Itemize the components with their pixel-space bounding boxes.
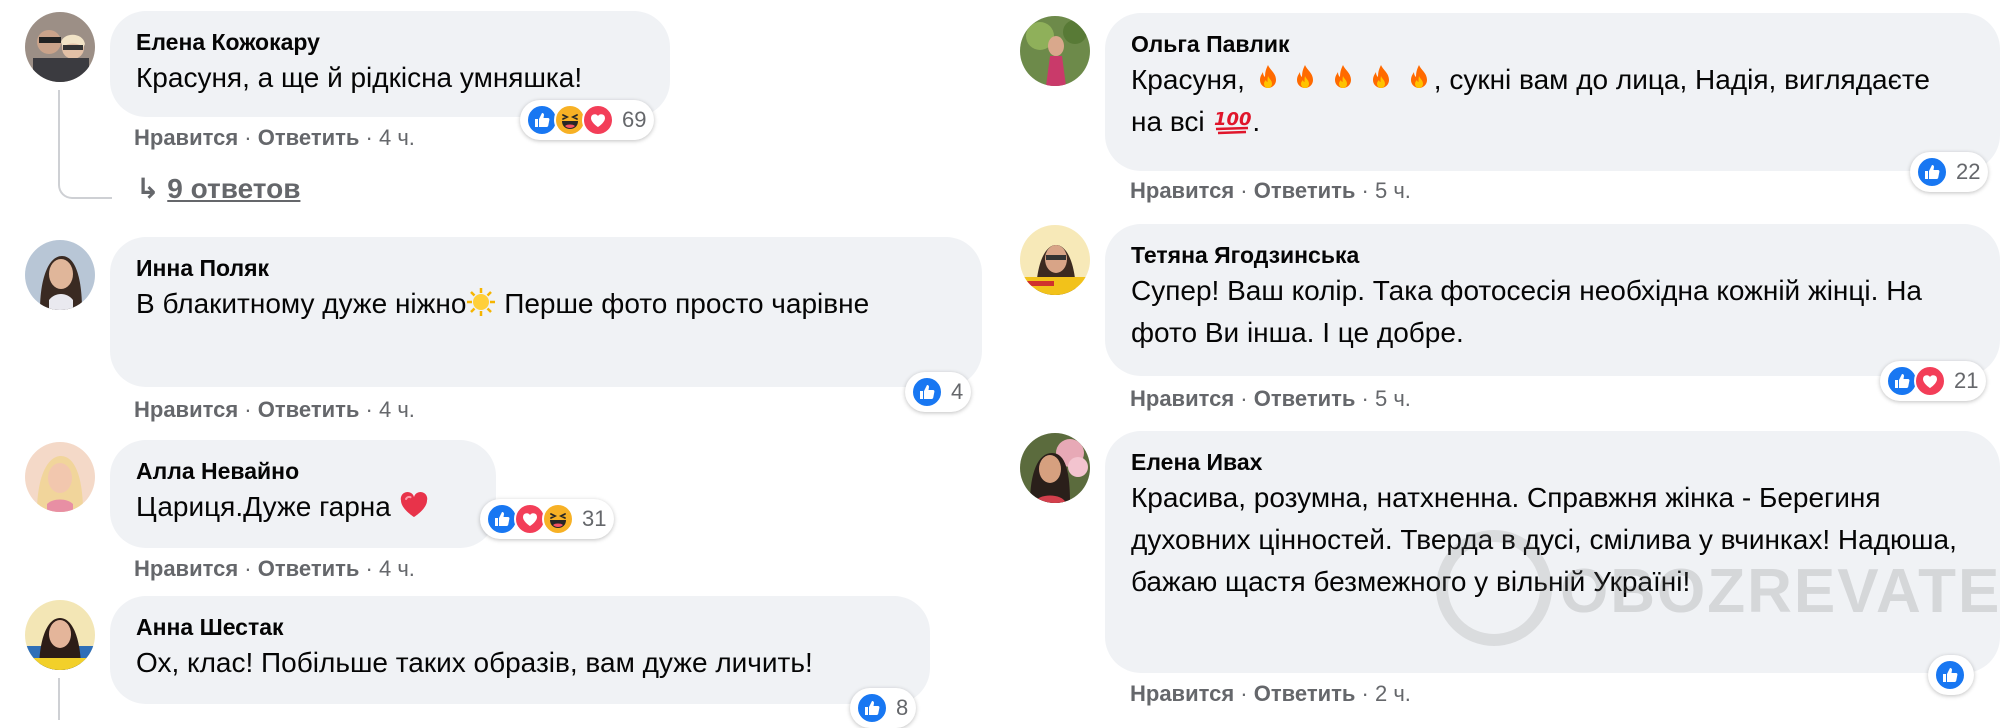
reaction-count: 22: [1956, 159, 1981, 184]
like-link[interactable]: Нравится: [1130, 178, 1234, 203]
love-reaction-icon: [582, 104, 614, 136]
like-reaction-icon: [1916, 156, 1948, 188]
comment-actions: Нравится · Ответить · 4 ч.: [134, 125, 415, 150]
reply-link[interactable]: Ответить: [1254, 178, 1356, 203]
avatar[interactable]: [25, 442, 95, 512]
author-name[interactable]: Елена Кожокару: [136, 27, 644, 57]
love-reaction-icon: [1914, 365, 1946, 397]
avatar[interactable]: [1020, 16, 1090, 86]
comment-actions: Нравится · Ответить · 2 ч.: [1130, 681, 1411, 706]
reply-link[interactable]: Ответить: [1254, 386, 1356, 411]
comment-bubble: Анна Шестак Ох, клас! Побільше таких обр…: [110, 596, 930, 704]
reaction-count: 8: [896, 695, 909, 720]
timestamp[interactable]: 4 ч.: [379, 397, 415, 422]
comment-bubble: Елена Ивах Красива, розумна, натхненна. …: [1105, 431, 2000, 673]
author-name[interactable]: Елена Ивах: [1131, 447, 1974, 477]
like-link[interactable]: Нравится: [1130, 386, 1234, 411]
author-name[interactable]: Алла Невайно: [136, 456, 470, 486]
hundred-points-emoji-icon: [1212, 105, 1252, 135]
avatar[interactable]: [25, 240, 95, 310]
fire-emoji-icon: [1290, 63, 1320, 93]
reaction-summary[interactable]: 8: [850, 688, 917, 728]
thread-line: [58, 678, 60, 720]
comment-text: Красуня, а ще й рідкісна умняшка!: [136, 62, 583, 93]
reaction-summary[interactable]: 22: [1910, 152, 1989, 192]
author-name[interactable]: Тетяна Ягодзинська: [1131, 240, 1974, 270]
like-link[interactable]: Нравится: [134, 125, 238, 150]
like-link[interactable]: Нравится: [1130, 681, 1234, 706]
view-replies-link[interactable]: ↳ 9 ответов: [136, 172, 300, 205]
timestamp[interactable]: 5 ч.: [1375, 178, 1411, 203]
reaction-summary[interactable]: 21: [1880, 361, 1987, 401]
reaction-summary[interactable]: 69: [520, 100, 655, 140]
timestamp[interactable]: 4 ч.: [379, 556, 415, 581]
like-reaction-icon: [1934, 659, 1966, 691]
avatar[interactable]: [25, 600, 95, 670]
fire-emoji-icon: [1253, 63, 1283, 93]
sun-emoji-icon: [466, 287, 496, 317]
reaction-count: 69: [622, 107, 647, 132]
reply-link[interactable]: Ответить: [1254, 681, 1356, 706]
comment-actions: Нравится · Ответить · 4 ч.: [134, 556, 415, 581]
like-link[interactable]: Нравится: [134, 397, 238, 422]
comment-text: Супер! Ваш колір. Така фотосесія необхід…: [1131, 275, 1922, 348]
comment-bubble: Алла Невайно Цариця.Дуже гарна: [110, 440, 496, 548]
reply-link[interactable]: Ответить: [258, 556, 360, 581]
author-name[interactable]: Ольга Павлик: [1131, 29, 1974, 59]
left-comments-column: Елена Кожокару Красуня, а ще й рідкісна …: [0, 0, 1000, 728]
fire-emoji-icon: [1366, 63, 1396, 93]
like-reaction-icon: [911, 376, 943, 408]
avatar[interactable]: [25, 12, 95, 82]
comment-text: Цариця.Дуже гарна: [136, 486, 470, 528]
reaction-count: 21: [1954, 368, 1979, 393]
reply-arrow-icon: ↳: [136, 173, 160, 204]
fire-emoji-icon: [1404, 63, 1434, 93]
author-name[interactable]: Инна Поляк: [136, 253, 956, 283]
like-reaction-icon: [856, 692, 888, 724]
reply-link[interactable]: Ответить: [258, 125, 360, 150]
reaction-summary[interactable]: [1928, 655, 1974, 695]
like-link[interactable]: Нравится: [134, 556, 238, 581]
reaction-summary[interactable]: 4: [905, 372, 972, 412]
comment-text: В блакитному дуже ніжно Перше фото прост…: [136, 287, 870, 319]
author-name[interactable]: Анна Шестак: [136, 612, 904, 642]
watermark-logo-icon: [1436, 530, 1552, 646]
reaction-count: 31: [582, 506, 607, 531]
sparkling-heart-emoji-icon: [399, 490, 429, 520]
timestamp[interactable]: 5 ч.: [1375, 386, 1411, 411]
avatar[interactable]: [1020, 433, 1090, 503]
avatar[interactable]: [1020, 225, 1090, 295]
comment-text: Ох, клас! Побільше таких образів, вам ду…: [136, 647, 813, 678]
comment-actions: Нравится · Ответить · 4 ч.: [134, 397, 415, 422]
comment-text: Красуня, , сукні вам до лица, Надія, виг…: [1131, 63, 1930, 137]
timestamp[interactable]: 4 ч.: [379, 125, 415, 150]
fire-emoji-icon: [1328, 63, 1358, 93]
reaction-count: 4: [951, 379, 964, 404]
comment-bubble: Тетяна Ягодзинська Супер! Ваш колір. Так…: [1105, 224, 2000, 376]
watermark: OBOZREVATEL: [1560, 557, 2000, 626]
comment-bubble: Инна Поляк В блакитному дуже ніжно Перше…: [110, 237, 982, 387]
comment-bubble: Ольга Павлик Красуня, , сукні вам до лиц…: [1105, 13, 2000, 171]
comment-actions: Нравится · Ответить · 5 ч.: [1130, 386, 1411, 411]
reaction-summary[interactable]: 31: [480, 499, 615, 539]
reply-link[interactable]: Ответить: [258, 397, 360, 422]
haha-reaction-icon: [542, 503, 574, 535]
timestamp[interactable]: 2 ч.: [1375, 681, 1411, 706]
comment-actions: Нравится · Ответить · 5 ч.: [1130, 178, 1411, 203]
thread-line: [58, 90, 112, 199]
